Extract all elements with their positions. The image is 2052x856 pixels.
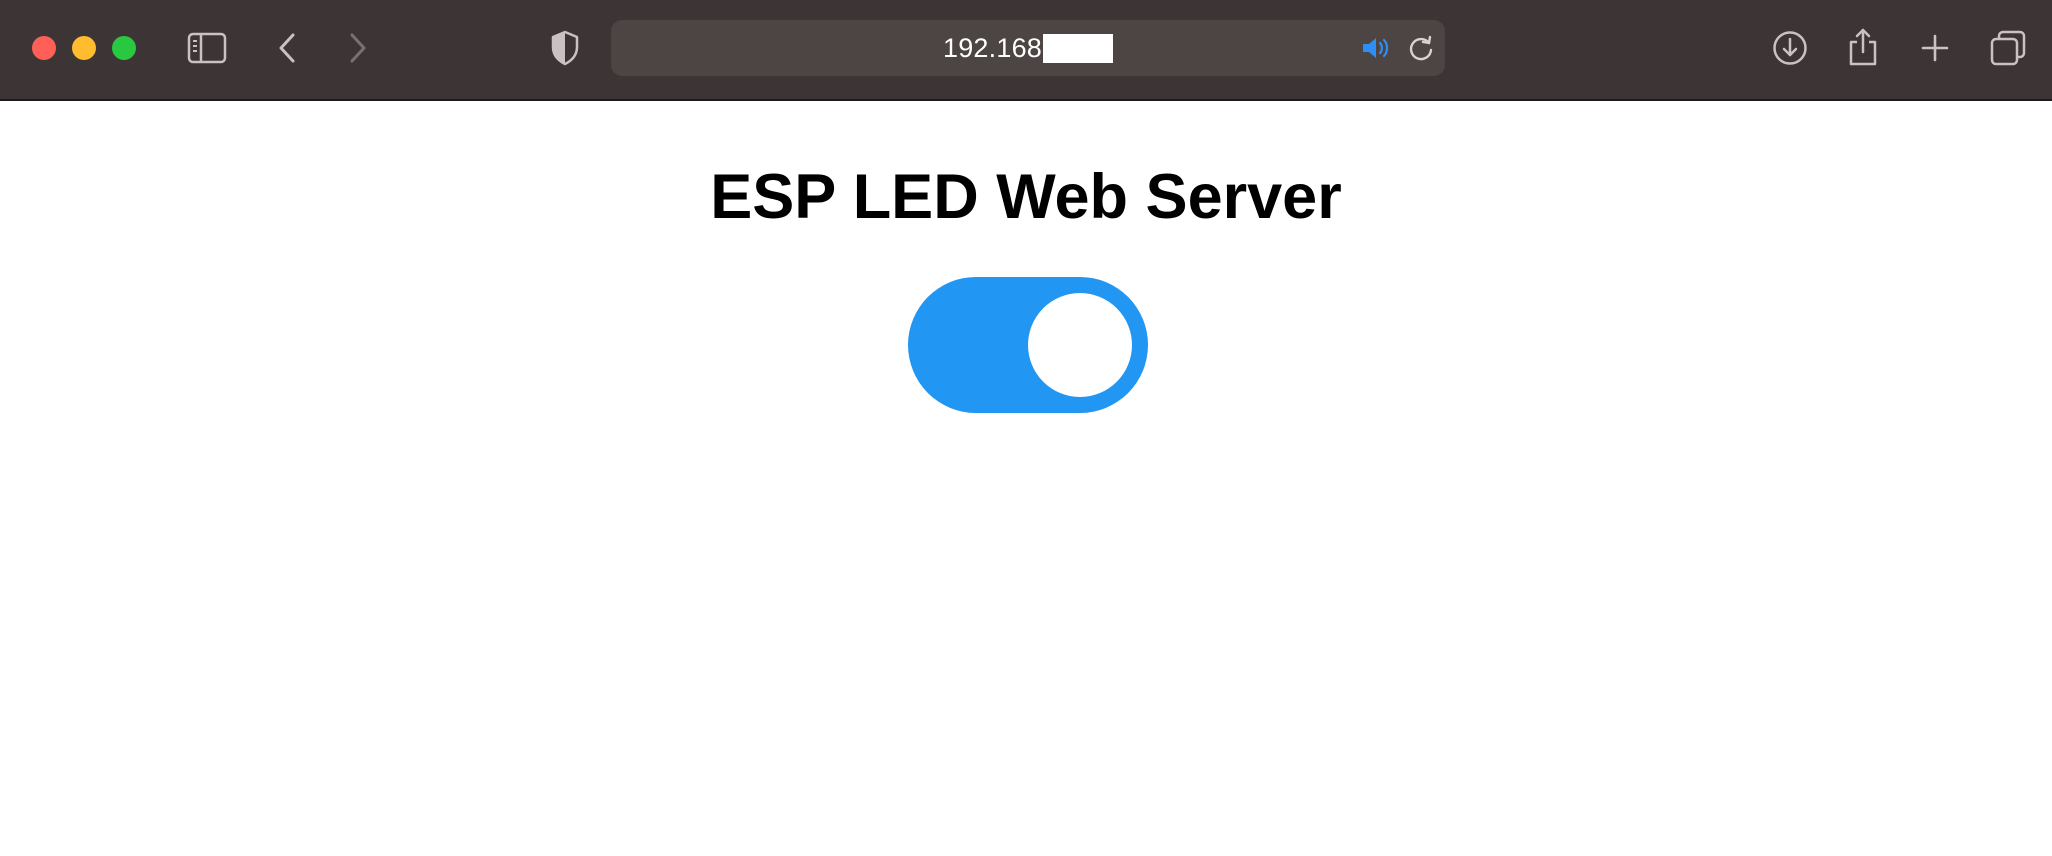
address-bar[interactable]: 192.168 <box>611 20 1445 76</box>
toggle-knob[interactable] <box>1028 293 1132 397</box>
page-title: ESP LED Web Server <box>710 162 1342 232</box>
url-field[interactable]: 192.168 <box>611 20 1445 76</box>
share-icon[interactable] <box>1844 26 1882 68</box>
privacy-shield-icon[interactable] <box>548 28 582 68</box>
minimize-window-button[interactable] <box>72 36 96 60</box>
close-window-button[interactable] <box>32 36 56 60</box>
url-text: 192.168 <box>943 32 1042 63</box>
url-redaction <box>1043 33 1113 63</box>
led-toggle-switch[interactable] <box>908 277 1148 413</box>
reload-icon[interactable] <box>1405 32 1437 64</box>
forward-icon[interactable] <box>343 28 373 68</box>
maximize-window-button[interactable] <box>112 36 136 60</box>
browser-toolbar: 192.168 <box>0 0 2052 101</box>
tab-overview-icon[interactable] <box>1988 28 2028 68</box>
audio-playing-icon[interactable] <box>1359 32 1393 64</box>
new-tab-icon[interactable] <box>1916 28 1954 68</box>
back-icon[interactable] <box>272 28 302 68</box>
downloads-icon[interactable] <box>1770 28 1810 68</box>
sidebar-icon[interactable] <box>186 28 228 68</box>
web-page: ESP LED Web Server <box>0 101 2052 856</box>
